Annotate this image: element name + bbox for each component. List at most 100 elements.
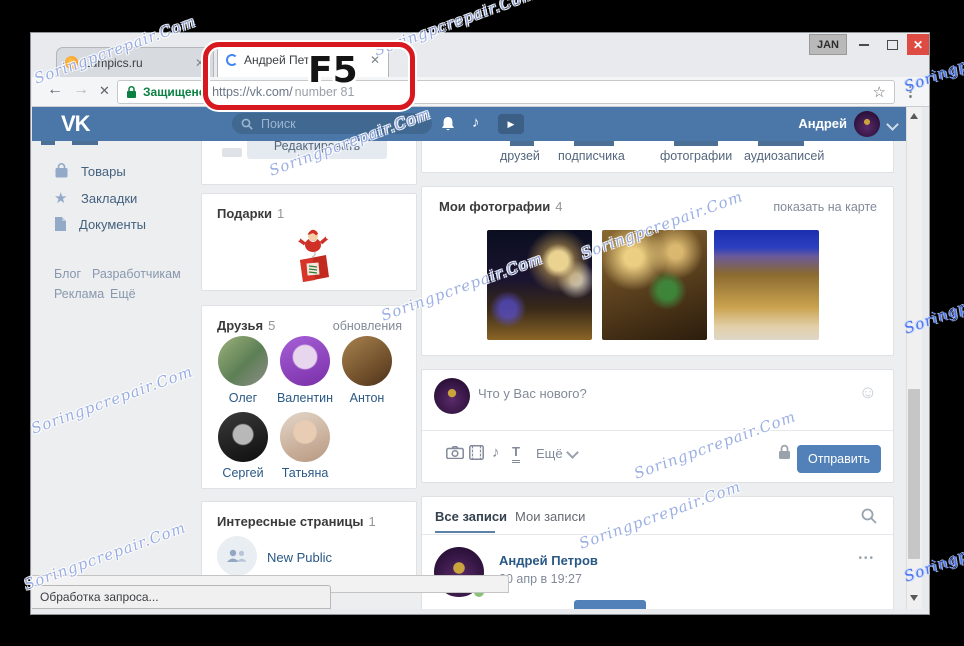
- post-author-name[interactable]: Андрей Петров: [499, 553, 598, 568]
- my-photos-title[interactable]: Мои фотографии4: [439, 199, 563, 214]
- sidebar-link-more[interactable]: Ещё: [110, 287, 136, 301]
- friend-name[interactable]: Татьяна: [275, 466, 335, 480]
- gifts-card: Подарки1: [201, 193, 417, 291]
- video-play-icon[interactable]: ▶: [498, 114, 524, 134]
- minimize-button[interactable]: [851, 34, 877, 55]
- minimize-icon: [859, 44, 869, 46]
- send-post-button[interactable]: Отправить: [797, 445, 881, 473]
- friend-name[interactable]: Валентин: [275, 391, 335, 405]
- music-icon[interactable]: ♪: [472, 114, 480, 131]
- header-user-name[interactable]: Андрей: [792, 116, 847, 131]
- notifications-bell-icon[interactable]: [440, 116, 456, 133]
- friend-name[interactable]: Антон: [337, 391, 397, 405]
- scroll-down-icon[interactable]: [910, 595, 918, 601]
- composer-placeholder[interactable]: Что у Вас нового?: [478, 386, 587, 401]
- sidebar-item-label: Закладки: [81, 191, 137, 206]
- my-avatar[interactable]: [434, 378, 470, 414]
- counter-label-friends[interactable]: друзей: [500, 149, 540, 163]
- sidebar-item-documents[interactable]: Документы: [54, 216, 146, 232]
- bag-icon: [54, 163, 69, 179]
- cut-attachment-fragment: [574, 600, 646, 609]
- cut-counter-number: [758, 141, 804, 146]
- cut-counter-number: [574, 141, 614, 146]
- forward-icon[interactable]: →: [73, 81, 89, 99]
- sidebar-item-label: Товары: [81, 164, 126, 179]
- annotation-f5-key-label: F5: [308, 50, 358, 91]
- active-tab-underline: [435, 531, 495, 533]
- public-page-name[interactable]: New Public: [267, 550, 332, 565]
- interesting-pages-card: Интересные страницы1 New Public: [201, 501, 417, 585]
- friend-avatar[interactable]: [218, 336, 268, 386]
- smiley-icon[interactable]: ☺: [859, 382, 877, 403]
- video-icon[interactable]: [469, 445, 484, 460]
- pages-title[interactable]: Интересные страницы1: [217, 514, 376, 529]
- post-menu-icon[interactable]: •••: [858, 553, 875, 564]
- scrollbar-thumb[interactable]: [908, 389, 920, 559]
- sidebar-link-blog[interactable]: Блог: [54, 267, 81, 281]
- star-icon: ★: [54, 189, 69, 207]
- composer-more-button[interactable]: Ещё: [536, 446, 577, 461]
- photos-count: 4: [555, 199, 562, 214]
- cut-sidebar-fragment: [41, 141, 55, 145]
- privacy-lock-icon[interactable]: [778, 444, 791, 460]
- friend-avatar[interactable]: [280, 336, 330, 386]
- cut-counter-number: [674, 141, 718, 146]
- sidebar-link-developers[interactable]: Разработчикам: [92, 267, 181, 281]
- jan-badge: JAN: [809, 34, 847, 55]
- camera-icon[interactable]: [446, 446, 464, 459]
- wall-divider: [422, 534, 895, 535]
- santa-gift-image[interactable]: [280, 224, 340, 286]
- sidebar-item-label: Документы: [79, 217, 146, 232]
- friends-title[interactable]: Друзья5: [217, 318, 275, 333]
- gifts-count: 1: [277, 206, 284, 221]
- composer-divider: [422, 430, 895, 431]
- friend-avatar[interactable]: [342, 336, 392, 386]
- search-icon: [241, 118, 253, 130]
- vk-logo[interactable]: VK: [61, 111, 90, 137]
- cut-counter-number: [510, 141, 534, 146]
- post-date[interactable]: 20 апр в 19:27: [499, 572, 582, 586]
- wall-tab-all-posts[interactable]: Все записи: [435, 509, 507, 524]
- people-icon: [226, 548, 248, 564]
- chevron-down-icon: [566, 446, 579, 459]
- friend-avatar[interactable]: [218, 412, 268, 462]
- friend-name[interactable]: Олег: [213, 391, 273, 405]
- security-label[interactable]: Защищено: [143, 85, 206, 99]
- back-icon[interactable]: ←: [47, 81, 63, 99]
- pages-count: 1: [369, 514, 376, 529]
- cut-sidebar-fragment: [72, 141, 98, 145]
- screenshot-root: { "watermark": {"text": "Soringpcrepair.…: [0, 0, 964, 646]
- text-format-icon[interactable]: T: [512, 444, 520, 463]
- photo-thumbnail[interactable]: [714, 230, 819, 340]
- friend-name[interactable]: Сергей: [213, 466, 273, 480]
- counter-label-followers[interactable]: подписчика: [558, 149, 625, 163]
- document-icon: [54, 216, 67, 232]
- counter-label-photos[interactable]: фотографии: [660, 149, 732, 163]
- sidebar-item-bookmarks[interactable]: ★ Закладки: [54, 189, 137, 207]
- friend-avatar[interactable]: [280, 412, 330, 462]
- cut-ui-fragment: [222, 148, 242, 157]
- more-label: Ещё: [536, 446, 563, 461]
- status-text: Обработка запроса...: [40, 590, 159, 604]
- maximize-icon: [887, 40, 898, 50]
- scroll-up-icon[interactable]: [910, 113, 918, 119]
- photo-thumbnail[interactable]: [487, 230, 592, 340]
- show-on-map-link[interactable]: показать на карте: [773, 200, 877, 214]
- header-chevron-down-icon[interactable]: [886, 118, 899, 131]
- status-bar: Обработка запроса...: [32, 585, 331, 609]
- vk-top-bar: VK ♪ ▶ Андрей: [32, 107, 906, 141]
- wall-search-icon[interactable]: [861, 508, 877, 524]
- gifts-title[interactable]: Подарки1: [217, 206, 284, 221]
- sidebar-link-ads[interactable]: Реклама: [54, 287, 104, 301]
- close-button[interactable]: ✕: [907, 34, 929, 55]
- public-page-avatar[interactable]: [217, 536, 257, 576]
- maximize-button[interactable]: [879, 34, 905, 55]
- stop-reload-icon[interactable]: ✕: [99, 83, 110, 99]
- secure-lock-icon: [126, 85, 137, 99]
- counter-label-audio[interactable]: аудиозаписей: [744, 149, 824, 163]
- audio-icon[interactable]: ♪: [492, 444, 500, 461]
- wall-tab-my-posts[interactable]: Мои записи: [515, 509, 585, 524]
- bookmark-star-icon[interactable]: ☆: [873, 83, 886, 101]
- sidebar-item-goods[interactable]: Товары: [54, 163, 126, 179]
- header-user-avatar[interactable]: [854, 111, 880, 137]
